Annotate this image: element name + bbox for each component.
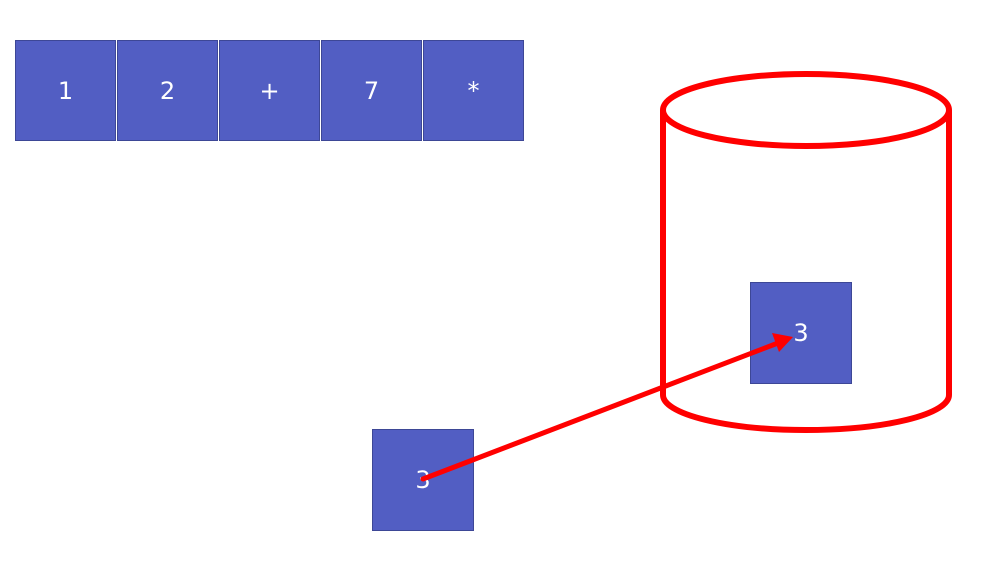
cylinder-top: [660, 71, 952, 149]
token-cell: 2: [117, 40, 218, 141]
token-cell: *: [423, 40, 524, 141]
stack-item: 3: [750, 282, 852, 384]
stack-item-label: 3: [793, 319, 809, 347]
moving-value-block: 3: [372, 429, 474, 531]
token-cell: 7: [321, 40, 422, 141]
token-cell: 1: [15, 40, 116, 141]
arrow-shaft: [420, 340, 781, 482]
input-token-queue: 1 2 + 7 *: [15, 40, 524, 141]
token-cell: +: [219, 40, 320, 141]
moving-value-label: 3: [415, 466, 431, 494]
